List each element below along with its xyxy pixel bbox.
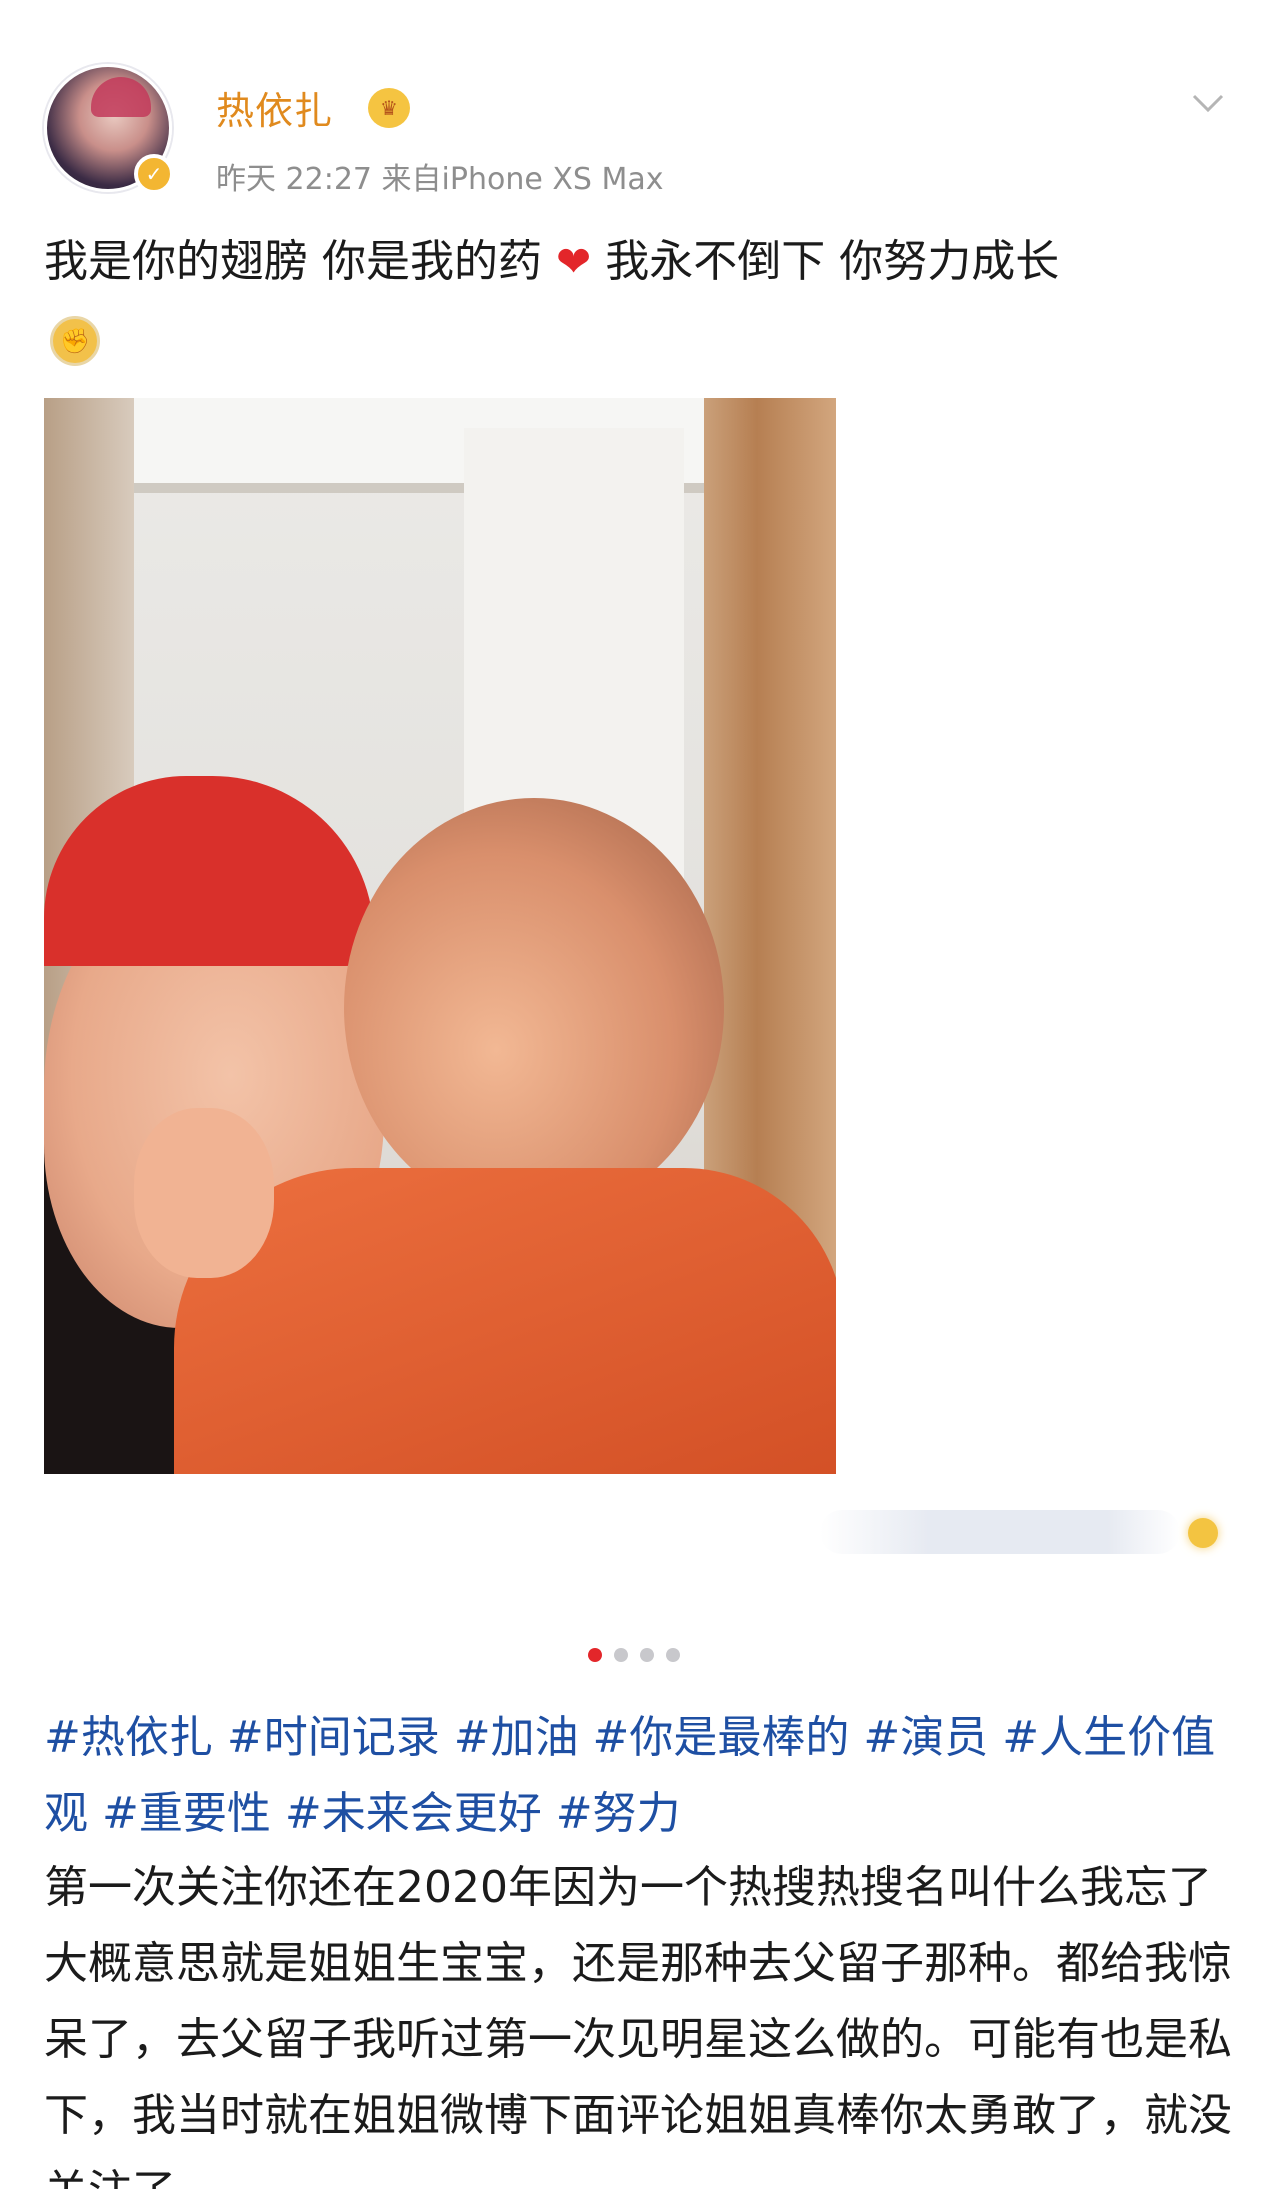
post-source: 来自iPhone XS Max — [381, 162, 664, 197]
caption-hashtags[interactable]: #热依扎 #时间记录 #加油 #你是最棒的 #演员 #人生价值观 #重要性 #未… — [44, 1700, 1244, 1852]
photo-baby-hand — [134, 1108, 274, 1278]
verified-badge-icon: ✓ — [134, 154, 174, 194]
post-meta: 昨天 22:27 来自iPhone XS Max — [216, 154, 664, 198]
pager-dot-active[interactable] — [588, 1648, 602, 1662]
user-level-icon[interactable]: ♛ — [368, 88, 410, 128]
photo-baby-head — [344, 798, 724, 1218]
pager-dot[interactable] — [640, 1648, 654, 1662]
pager-dot[interactable] — [614, 1648, 628, 1662]
username[interactable]: 热依扎 — [216, 80, 333, 135]
blurred-action-bar — [820, 1510, 1180, 1554]
pager-dot[interactable] — [666, 1648, 680, 1662]
photo-baby-body — [174, 1168, 836, 1474]
post-text-part1: 我是你的翅膀 你是我的药 — [44, 236, 542, 287]
image-pager[interactable] — [588, 1648, 680, 1662]
emoji-icon: ✊ — [50, 316, 100, 366]
coin-icon[interactable] — [1188, 1518, 1218, 1548]
avatar-hair — [91, 77, 151, 117]
chevron-down-icon[interactable] — [1188, 82, 1228, 122]
caption-body: 第一次关注你还在2020年因为一个热搜热搜名叫什么我忘了大概意思就是姐姐生宝宝，… — [44, 1862, 1232, 2189]
heart-icon: ❤ — [556, 237, 592, 286]
post-photo[interactable] — [44, 398, 836, 1474]
post-header: ✓ 热依扎 ♛ 昨天 22:27 来自iPhone XS Max — [44, 64, 1236, 204]
post-text-part2: 我永不倒下 你努力成长 — [605, 236, 1060, 287]
post-time: 昨天 22:27 — [216, 162, 372, 197]
post-text: 我是你的翅膀 你是我的药 ❤ 我永不倒下 你努力成长 — [44, 232, 1244, 292]
